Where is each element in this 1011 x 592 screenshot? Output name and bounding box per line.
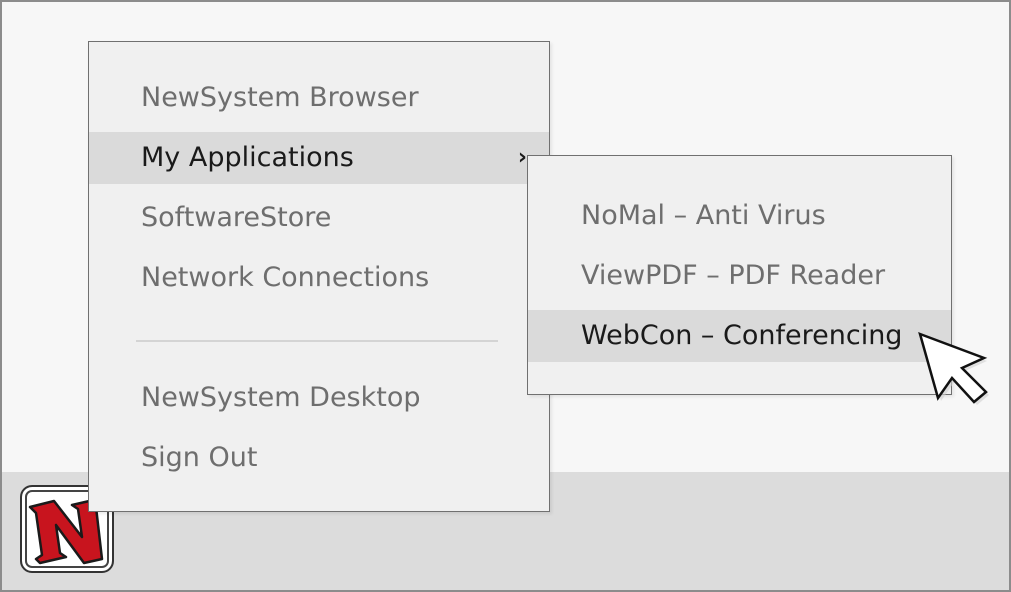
menu-item-my-applications[interactable]: My Applications › (89, 132, 549, 184)
submenu-item-label: NoMal – Anti Virus (581, 200, 826, 231)
menu-separator (136, 340, 498, 342)
menu-item-label: NewSystem Desktop (141, 382, 421, 413)
applications-submenu: NoMal – Anti Virus ViewPDF – PDF Reader … (527, 155, 952, 395)
menu-item-newsystem-desktop[interactable]: NewSystem Desktop (89, 372, 549, 424)
menu-item-sign-out[interactable]: Sign Out (89, 432, 549, 484)
menu-item-network-connections[interactable]: Network Connections (89, 252, 549, 304)
submenu-item-label: ViewPDF – PDF Reader (581, 260, 886, 291)
menu-item-label: NewSystem Browser (141, 82, 419, 113)
menu-item-label: My Applications (141, 142, 354, 173)
menu-item-label: Sign Out (141, 442, 258, 473)
menu-item-newsystem-browser[interactable]: NewSystem Browser (89, 72, 549, 124)
submenu-item-nomal-anti-virus[interactable]: NoMal – Anti Virus (528, 190, 951, 242)
start-menu: NewSystem Browser My Applications › Soft… (88, 41, 550, 512)
submenu-item-webcon-conferencing[interactable]: WebCon – Conferencing (528, 310, 951, 362)
menu-item-softwarestore[interactable]: SoftwareStore (89, 192, 549, 244)
menu-item-label: SoftwareStore (141, 202, 332, 233)
menu-item-label: Network Connections (141, 262, 430, 293)
submenu-item-viewpdf-pdf-reader[interactable]: ViewPDF – PDF Reader (528, 250, 951, 302)
submenu-item-label: WebCon – Conferencing (581, 320, 903, 351)
chevron-right-icon: › (517, 145, 527, 170)
